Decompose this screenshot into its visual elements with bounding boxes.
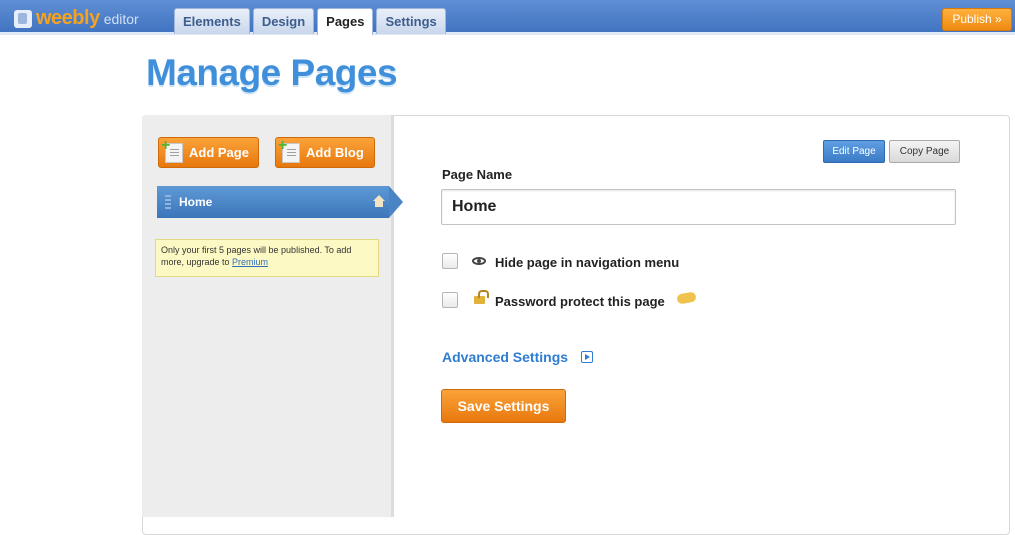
password-label[interactable]: Password protect this page bbox=[495, 294, 665, 309]
page-name-input[interactable] bbox=[441, 189, 956, 225]
sidebar-item-home[interactable]: Home bbox=[157, 186, 403, 218]
page-name-label: Page Name bbox=[442, 167, 513, 182]
add-blog-label: Add Blog bbox=[306, 145, 364, 160]
tab-design[interactable]: Design bbox=[252, 8, 315, 34]
drag-handle-icon[interactable] bbox=[165, 195, 171, 209]
tab-pages[interactable]: Pages bbox=[317, 8, 374, 35]
add-page-button[interactable]: Add Page bbox=[158, 137, 259, 168]
password-checkbox[interactable] bbox=[442, 292, 458, 308]
top-bar-strip bbox=[0, 32, 1015, 35]
copy-page-button[interactable]: Copy Page bbox=[889, 140, 960, 163]
edit-page-button[interactable]: Edit Page bbox=[823, 140, 885, 163]
eye-icon bbox=[472, 257, 486, 265]
page-title: Manage Pages bbox=[146, 52, 398, 93]
hide-nav-checkbox[interactable] bbox=[442, 253, 458, 269]
tab-settings[interactable]: Settings bbox=[376, 8, 446, 34]
publish-button[interactable]: Publish » bbox=[942, 8, 1012, 31]
logo-subtext: editor bbox=[103, 10, 139, 27]
top-bar bbox=[0, 0, 1015, 34]
upgrade-notice: Only your first 5 pages will be publishe… bbox=[155, 239, 379, 277]
premium-link[interactable]: Premium bbox=[232, 257, 268, 267]
add-blog-icon bbox=[278, 137, 300, 163]
tab-elements[interactable]: Elements bbox=[174, 8, 250, 34]
save-settings-button[interactable]: Save Settings bbox=[441, 389, 566, 423]
add-blog-button[interactable]: Add Blog bbox=[275, 137, 375, 168]
pages-sidebar bbox=[142, 115, 394, 517]
logo-text: weebly bbox=[36, 7, 100, 29]
advanced-settings-link[interactable]: Advanced Settings bbox=[442, 349, 568, 365]
hide-nav-label[interactable]: Hide page in navigation menu bbox=[495, 255, 679, 270]
expand-arrow-icon[interactable] bbox=[581, 351, 593, 363]
home-icon bbox=[373, 195, 385, 208]
weebly-logo-icon bbox=[14, 9, 32, 28]
sidebar-item-label: Home bbox=[179, 195, 213, 209]
add-page-label: Add Page bbox=[189, 145, 249, 160]
main-tabs: Elements Design Pages Settings bbox=[174, 8, 449, 35]
weebly-logo[interactable]: weebly editor bbox=[14, 7, 139, 30]
add-page-icon bbox=[161, 137, 183, 163]
lock-icon bbox=[474, 290, 489, 304]
